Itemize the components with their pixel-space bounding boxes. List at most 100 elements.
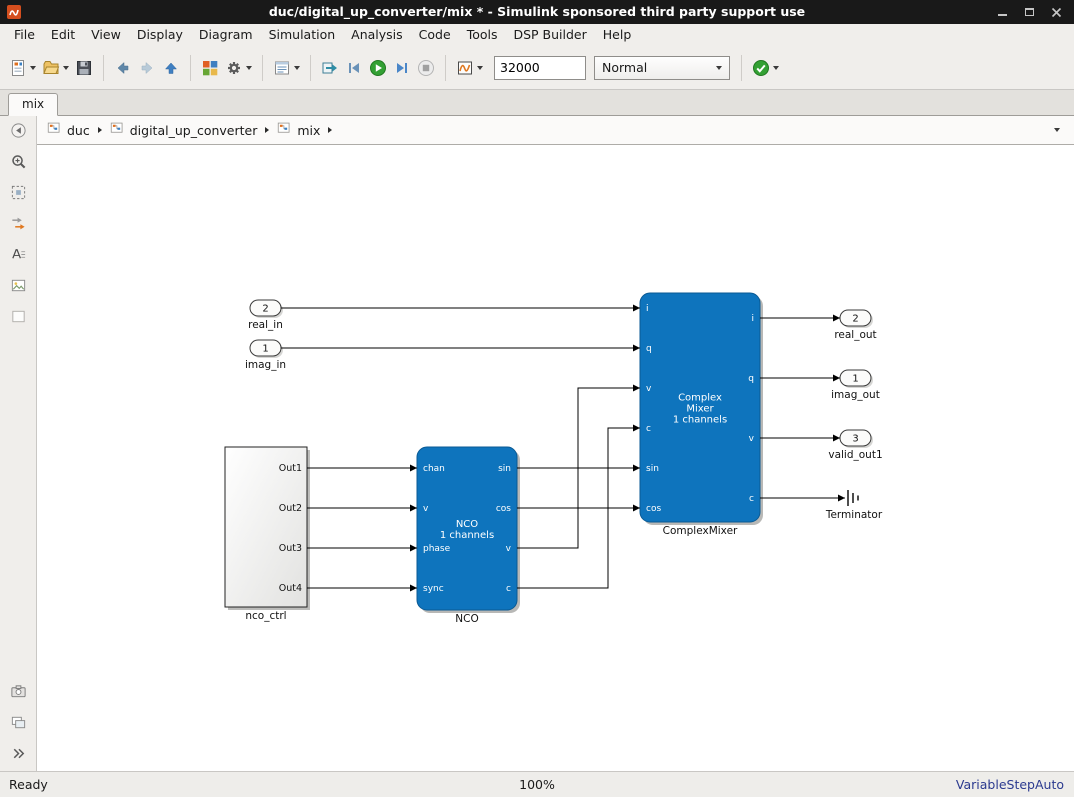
model-configuration-button[interactable] <box>222 55 255 81</box>
library-browser-button[interactable] <box>198 55 222 81</box>
model-explorer-button[interactable] <box>270 55 303 81</box>
palette-zoom-in-button[interactable] <box>7 153 29 173</box>
menu-item-tools[interactable]: Tools <box>459 25 506 45</box>
block-ComplexMixer[interactable]: iqvcsincosiqvcComplexMixer1 channelsComp… <box>640 293 763 537</box>
menu-bar: FileEditViewDisplayDiagramSimulationAnal… <box>0 24 1074 46</box>
menu-item-simulation[interactable]: Simulation <box>261 25 344 45</box>
block-real_out[interactable]: 2real_out <box>834 310 876 341</box>
menu-item-analysis[interactable]: Analysis <box>343 25 411 45</box>
block-label: valid_out1 <box>828 449 882 461</box>
breadcrumb-chevron-icon[interactable] <box>328 127 332 133</box>
step-forward-button[interactable] <box>390 55 414 81</box>
browser-toggle-icon <box>10 122 27 142</box>
tab-mix[interactable]: mix <box>8 93 58 116</box>
breadcrumb-item-mix[interactable]: mix <box>275 120 322 140</box>
menu-item-diagram[interactable]: Diagram <box>191 25 261 45</box>
palette-viewmarks-button[interactable] <box>7 714 29 734</box>
signal-arrowhead <box>833 435 840 442</box>
palette-fit-to-view-button[interactable] <box>7 184 29 204</box>
menu-item-dsp-builder[interactable]: DSP Builder <box>505 25 594 45</box>
minimize-button[interactable] <box>996 6 1008 18</box>
maximize-button[interactable] <box>1023 6 1035 18</box>
navigate-forward-button[interactable] <box>135 55 159 81</box>
port-label: v <box>646 384 652 394</box>
menu-item-file[interactable]: File <box>6 25 43 45</box>
chevron-down-icon <box>716 66 722 70</box>
annotation-icon <box>10 246 27 266</box>
port-label: c <box>749 494 754 504</box>
canvas-palette <box>0 116 37 771</box>
menu-item-display[interactable]: Display <box>129 25 191 45</box>
toolbar-separator <box>741 55 742 81</box>
breadcrumb-label: duc <box>67 123 90 138</box>
block-nco_ctrl[interactable]: Out1Out2Out3Out4nco_ctrl <box>225 447 310 622</box>
model-advisor-button[interactable] <box>749 55 782 81</box>
titlebar: duc/digital_up_converter/mix * - Simulin… <box>0 0 1074 24</box>
open-model-button[interactable] <box>39 55 72 81</box>
port-label: Out4 <box>279 583 302 594</box>
port-label: c <box>646 424 651 434</box>
library-icon <box>201 59 219 77</box>
signal-arrowhead <box>633 305 640 312</box>
signal-arrowhead <box>833 315 840 322</box>
simulation-data-inspector-button[interactable] <box>318 55 342 81</box>
palette-expand-button[interactable] <box>7 745 29 765</box>
menu-item-edit[interactable]: Edit <box>43 25 83 45</box>
signal-arrowhead <box>833 375 840 382</box>
sim-mode-combo[interactable]: Normal <box>594 56 730 80</box>
block-imag_out[interactable]: 1imag_out <box>831 370 880 401</box>
signal-arrowhead <box>633 465 640 472</box>
port-number: 2 <box>852 314 858 325</box>
chevron-down-icon <box>477 66 483 70</box>
block-NCO[interactable]: chanvphasesyncsincosvcNCO1 channelsNCO <box>417 447 520 625</box>
viewmarks-icon <box>10 714 27 734</box>
arrow-forward-icon <box>138 59 156 77</box>
palette-screenshot-button[interactable] <box>7 683 29 703</box>
stop-time-input[interactable] <box>494 56 586 80</box>
block-label: ComplexMixer <box>663 525 738 537</box>
scope-button[interactable] <box>453 55 486 81</box>
model-thumb-icon <box>47 121 62 139</box>
block-imag_in[interactable]: 1imag_in <box>245 340 286 371</box>
breadcrumb-chevron-icon[interactable] <box>265 127 269 133</box>
block-real_in[interactable]: 2real_in <box>248 300 283 331</box>
toolbar-separator <box>445 55 446 81</box>
breadcrumb-item-digital_up_converter[interactable]: digital_up_converter <box>108 120 260 140</box>
palette-image-button[interactable] <box>7 277 29 297</box>
block-valid_out1[interactable]: 3valid_out1 <box>828 430 882 461</box>
block-label: nco_ctrl <box>245 610 286 622</box>
stop-button[interactable] <box>414 55 438 81</box>
image-icon <box>10 277 27 297</box>
solver-indicator[interactable]: VariableStepAuto <box>956 777 1074 792</box>
signal-arrowhead <box>633 385 640 392</box>
save-model-button[interactable] <box>72 55 96 81</box>
block-title: Mixer <box>686 404 714 415</box>
zoom-in-icon <box>10 153 27 173</box>
step-back-button[interactable] <box>342 55 366 81</box>
block-title: 1 channels <box>440 530 494 541</box>
menu-item-code[interactable]: Code <box>411 25 459 45</box>
navigate-back-button[interactable] <box>111 55 135 81</box>
menu-item-help[interactable]: Help <box>595 25 640 45</box>
chevron-down-icon <box>294 66 300 70</box>
port-label: Out3 <box>279 543 302 554</box>
new-model-button[interactable] <box>6 55 39 81</box>
breadcrumb-item-duc[interactable]: duc <box>45 120 92 140</box>
palette-jump-to-button[interactable] <box>7 215 29 235</box>
palette-area-button[interactable] <box>7 308 29 328</box>
port-label: q <box>646 344 652 354</box>
close-button[interactable] <box>1050 6 1062 18</box>
diagram-canvas[interactable]: 2real_in1imag_inOut1Out2Out3Out4nco_ctrl… <box>37 145 1074 771</box>
status-bar: Ready 100% VariableStepAuto <box>0 771 1074 797</box>
block-Terminator[interactable]: Terminator <box>825 490 883 521</box>
menu-item-view[interactable]: View <box>83 25 129 45</box>
palette-browser-toggle-button[interactable] <box>7 122 29 142</box>
breadcrumb-chevron-icon[interactable] <box>98 127 102 133</box>
port-label: v <box>749 434 755 444</box>
palette-annotation-button[interactable] <box>7 246 29 266</box>
open-folder-icon <box>42 59 60 77</box>
up-to-parent-button[interactable] <box>159 55 183 81</box>
block-title: NCO <box>456 519 478 530</box>
run-button[interactable] <box>366 55 390 81</box>
breadcrumb-dropdown-icon[interactable] <box>1054 128 1060 132</box>
